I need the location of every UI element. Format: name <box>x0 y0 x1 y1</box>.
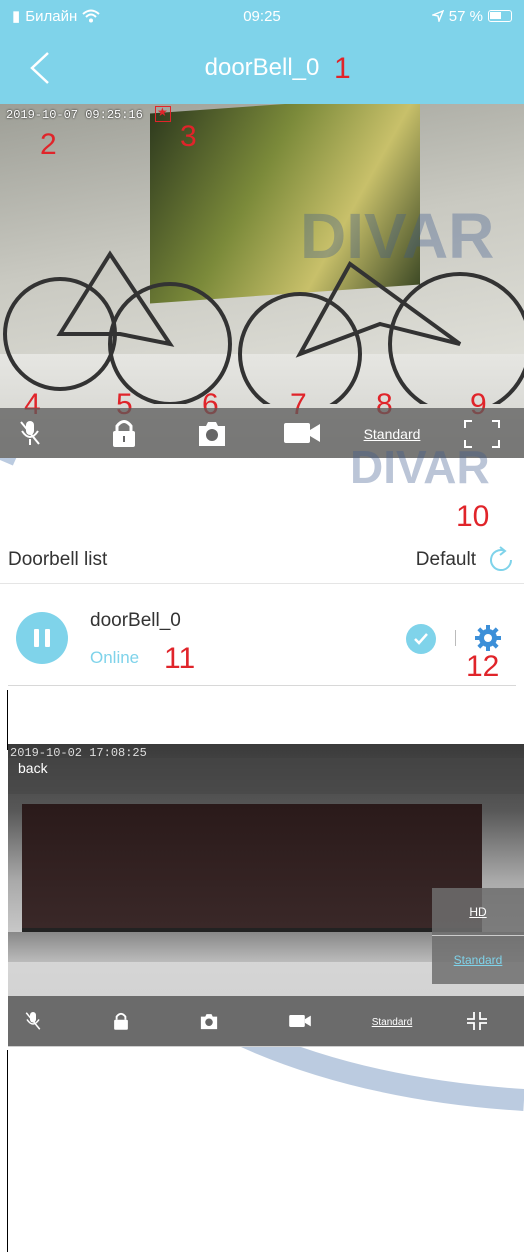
quality-menu: HD Standard <box>432 888 524 984</box>
fs-snapshot-button[interactable] <box>196 1008 222 1034</box>
video-camera-icon <box>284 423 320 443</box>
watermark-text-lower: DIVAR <box>350 441 490 493</box>
snapshot-button[interactable] <box>194 416 230 450</box>
signal-icon: ▮ <box>12 8 21 25</box>
lock-icon <box>114 1012 128 1030</box>
carrier-name: Билайн <box>25 7 78 25</box>
video-timestamp: 2019-10-07 09:25:16 <box>6 108 143 122</box>
live-video[interactable]: DIVAR 2019-10-07 09:25:16 ★ 2 3 4 5 6 7 … <box>0 104 524 458</box>
left-edge-line <box>7 690 8 750</box>
record-video-button[interactable] <box>282 418 322 448</box>
fs-quality-selector[interactable]: Standard <box>362 1012 422 1032</box>
row-divider <box>455 630 456 646</box>
gear-icon[interactable] <box>474 624 502 652</box>
pause-icon-bar-left <box>34 629 39 647</box>
quality-option-hd[interactable]: HD <box>432 888 524 936</box>
nav-bar: doorBell_0 1 <box>0 32 524 104</box>
callout-10: 10 <box>456 500 490 533</box>
timestamp-text: 2019-10-07 09:25:16 <box>6 108 143 122</box>
device-name: doorBell_0 <box>90 610 181 631</box>
status-bar: ▮ Билайн 09:25 57 % <box>0 0 524 32</box>
exit-fullscreen-icon <box>467 1012 487 1030</box>
default-label: Default <box>415 548 476 570</box>
doorbell-list-header: Doorbell list Default <box>0 536 524 584</box>
mic-mute-icon <box>25 1012 41 1030</box>
pause-button[interactable] <box>16 612 68 664</box>
fs-unlock-button[interactable] <box>108 1008 134 1034</box>
carrier: ▮ Билайн <box>12 7 100 25</box>
wifi-icon <box>82 9 100 23</box>
mic-mute-button[interactable] <box>12 418 48 448</box>
callout-3: 3 <box>180 120 197 153</box>
location-arrow-icon <box>431 10 444 22</box>
fullscreen-back-button[interactable]: back <box>8 758 524 794</box>
callout-1: 1 <box>334 52 351 85</box>
fs-exit-fullscreen-button[interactable] <box>462 1008 492 1034</box>
fs-record-button[interactable] <box>286 1008 314 1034</box>
record-star-icon: ★ <box>157 105 168 119</box>
callout-12: 12 <box>466 650 500 683</box>
unlock-button[interactable] <box>106 416 142 450</box>
page-title: doorBell_0 <box>204 54 320 81</box>
camera-icon <box>200 1014 218 1030</box>
mic-mute-icon <box>20 421 40 445</box>
refresh-icon[interactable] <box>486 545 516 575</box>
device-status: Online <box>90 648 140 667</box>
fullscreen-toolbar: Standard <box>8 996 524 1046</box>
selected-check[interactable] <box>406 624 436 654</box>
video-camera-icon <box>289 1015 311 1027</box>
check-icon <box>414 633 428 645</box>
lock-icon <box>113 420 135 447</box>
list-title: Doorbell list <box>8 548 108 570</box>
fs-mic-mute-button[interactable] <box>20 1008 46 1034</box>
quality-option-standard[interactable]: Standard <box>432 936 524 984</box>
video-tv <box>22 804 482 934</box>
left-edge-line-bottom <box>7 1050 8 1252</box>
callout-2: 2 <box>40 128 57 161</box>
watermark-text: DIVAR <box>300 200 495 272</box>
callout-11: 11 <box>164 642 196 675</box>
list-default-group: Default <box>416 545 516 575</box>
status-right: 57 % <box>431 7 512 25</box>
battery-percent: 57 % <box>448 7 483 25</box>
device-row[interactable]: doorBell_0 Online 11 12 <box>8 596 516 686</box>
record-indicator: ★ <box>155 105 171 122</box>
back-chevron-icon[interactable] <box>26 50 56 86</box>
pause-icon-bar-right <box>45 629 50 647</box>
battery-icon <box>488 10 512 22</box>
camera-icon <box>199 422 225 446</box>
